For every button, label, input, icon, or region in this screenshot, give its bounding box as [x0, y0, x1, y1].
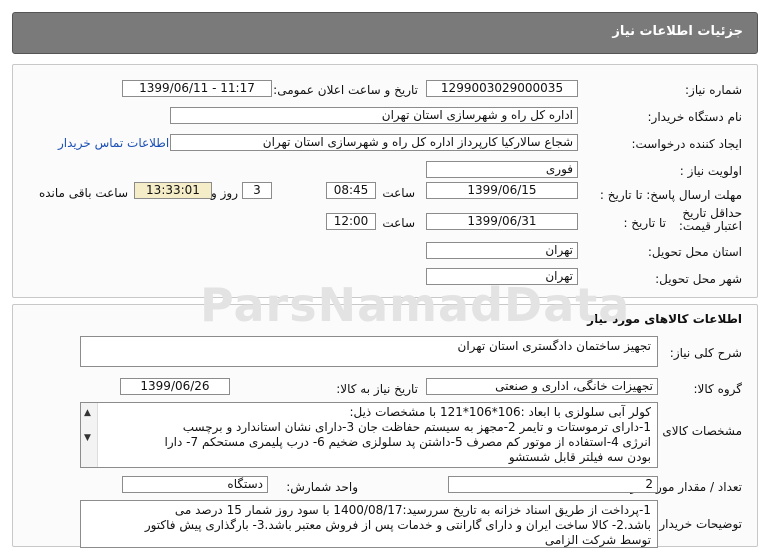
priority-field[interactable]: فوری — [426, 161, 578, 178]
buyer-notes-field[interactable]: 1-پرداخت از طریق اسناد خزانه به تاریخ سر… — [80, 500, 658, 548]
remaining-days-field: 3 — [242, 182, 272, 199]
page-header: جزئیات اطلاعات نیاز — [12, 12, 758, 54]
specs-textarea[interactable]: ▲ ▼ کولر آبی سلولزی با ابعاد :106*106*12… — [80, 402, 658, 468]
buyer-contact-link[interactable]: اطلاعات تماس خریدار — [58, 136, 169, 150]
need-date-label: تاریخ نیاز به کالا: — [336, 382, 418, 396]
announce-datetime-label: تاریخ و ساعت اعلان عمومی: — [273, 83, 418, 97]
page-title: جزئیات اطلاعات نیاز — [612, 24, 743, 39]
general-desc-field[interactable]: تجهیز ساختمان دادگستری استان تهران — [80, 336, 658, 367]
reply-deadline-date-field[interactable]: 1399/06/15 — [426, 182, 578, 199]
reply-deadline-time-label: ساعت — [382, 186, 415, 200]
buyer-org-label: نام دستگاه خریدار: — [647, 110, 743, 124]
requester-label: ایجاد کننده درخواست: — [631, 137, 742, 151]
delivery-city-label: شهر محل تحویل: — [655, 272, 742, 286]
reply-deadline-label: مهلت ارسال پاسخ: تا تاریخ : — [599, 188, 742, 202]
remaining-days-label: روز و — [211, 186, 238, 200]
price-validity-time-field[interactable]: 12:00 — [326, 213, 376, 230]
price-validity-time-label: ساعت — [382, 216, 415, 230]
delivery-province-label: استان محل تحویل: — [647, 245, 742, 259]
need-date-field[interactable]: 1399/06/26 — [120, 378, 230, 395]
specs-line-3: انرژی 4-استفاده از موتور کم مصرف 5-داشتن… — [164, 435, 651, 449]
unit-field[interactable]: دستگاه — [122, 476, 268, 493]
scroll-down-icon[interactable]: ▼ — [84, 431, 91, 446]
specs-line-1: کولر آبی سلولزی با ابعاد :106*106*121 با… — [349, 405, 651, 419]
need-number-field[interactable]: 1299003029000035 — [426, 80, 578, 97]
buyer-org-field[interactable]: اداره کل راه و شهرسازی استان تهران — [170, 107, 578, 124]
specs-line-2: 1-دارای ترموستات و تایمر 2-مجهز به سیستم… — [182, 420, 651, 434]
scroll-up-icon[interactable]: ▲ — [84, 406, 91, 421]
buyer-notes-line-1: 1-پرداخت از طریق اسناد خزانه به تاریخ سر… — [174, 503, 651, 517]
goods-group-field[interactable]: تجهیزات خانگی، اداری و صنعتی — [426, 378, 658, 395]
quantity-field[interactable]: 2 — [448, 476, 658, 493]
need-number-label: شماره نیاز: — [685, 83, 742, 97]
delivery-province-field[interactable]: تهران — [426, 242, 578, 259]
specs-scrollbar[interactable]: ▲ ▼ — [81, 403, 98, 467]
buyer-notes-line-2: باشد.2- کالا ساخت ایران و دارای گارانتی … — [144, 518, 651, 532]
reply-deadline-time-field[interactable]: 08:45 — [326, 182, 376, 199]
general-desc-label: شرح کلی نیاز: — [669, 346, 742, 360]
buyer-notes-line-3: توسط شرکت الزامی — [544, 533, 651, 547]
unit-label: واحد شمارش: — [286, 480, 358, 494]
price-validity-label: حداقل تاریخ اعتبار قیمت: — [678, 206, 742, 233]
remaining-time-field: 13:33:01 — [134, 182, 212, 199]
price-validity-date-field[interactable]: 1399/06/31 — [426, 213, 578, 230]
specs-line-4: بودن سه فیلتر قابل شستشو — [508, 450, 651, 464]
price-validity-to-date-label: تا تاریخ : — [623, 216, 666, 230]
requester-field[interactable]: شجاع سالارکیا کارپرداز اداره کل راه و شه… — [170, 134, 578, 151]
goods-group-label: گروه کالا: — [693, 382, 743, 396]
remaining-time-label: ساعت باقی مانده — [38, 186, 128, 200]
announce-datetime-field[interactable]: 1399/06/11 - 11:17 — [122, 80, 272, 97]
priority-label: اولویت نیاز : — [679, 164, 742, 178]
need-info-panel — [12, 64, 758, 298]
buyer-notes-label: توضیحات خریدار: — [655, 517, 742, 531]
watermark-logo: ParsNamadData — [200, 278, 631, 332]
